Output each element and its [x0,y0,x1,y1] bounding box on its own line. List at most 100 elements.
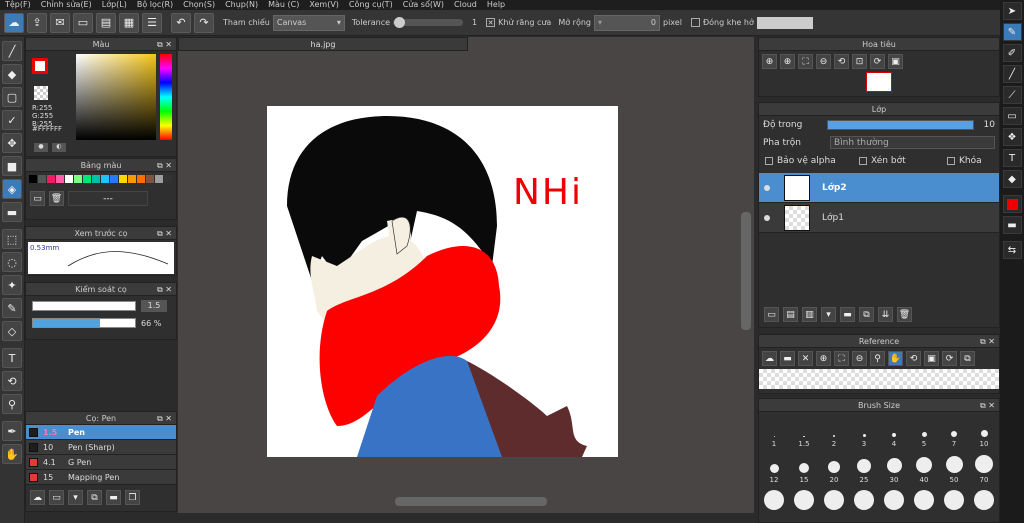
fill-rect-icon[interactable]: ■ [2,156,22,176]
brush-size-cell[interactable] [879,488,909,510]
palette-swatch[interactable] [146,175,154,183]
brush-list-item[interactable]: 1.5 Pen [26,425,176,440]
marker-icon[interactable]: ✐ [1002,44,1022,62]
palette-swatch[interactable] [56,175,64,183]
menu-view[interactable]: Xem(V) [304,0,344,10]
undo-icon[interactable]: ↶ [171,12,191,33]
select-eraser-icon[interactable]: ◇ [2,321,22,341]
open-folder-icon[interactable]: ▬ [780,351,795,366]
close-icon[interactable]: ⧉ ✕ [157,227,172,240]
copy-brush-icon[interactable]: ⧉ [87,490,102,505]
swap-arrows-icon[interactable]: ⇆ [1002,241,1022,259]
horizontal-scrollbar[interactable] [395,497,547,506]
brush-size-cell[interactable]: 12 [759,452,789,484]
brush-icon[interactable]: ╱ [2,41,22,61]
transparent-color[interactable] [34,86,48,100]
gradient-icon[interactable]: ▬ [2,202,22,222]
rotate-left-icon[interactable]: ⟲ [906,351,921,366]
close-icon[interactable]: ⧉ ✕ [157,38,172,51]
check-icon[interactable]: ✓ [2,110,22,130]
menu-filter[interactable]: Bộ lọc(R) [132,0,178,10]
gap-checkbox[interactable] [690,18,700,27]
menu-select[interactable]: Chọn(S) [178,0,220,10]
cursor-icon[interactable]: ➤ [1002,2,1022,20]
stroke-width-icon[interactable]: ▬ [1002,216,1022,234]
copy-icon[interactable]: ⧉ [960,351,975,366]
palette-swatch[interactable] [47,175,55,183]
layer-opacity-slider[interactable] [827,120,974,130]
clipping-checkbox[interactable] [859,157,867,165]
brush-size-cell[interactable]: 25 [849,452,879,484]
brush-size-cell[interactable]: 15 [789,452,819,484]
select-rect-icon[interactable]: ⬚ [2,229,22,249]
grid-icon[interactable]: ▦ [119,12,139,33]
brush-size-cell[interactable]: 2 [819,414,849,448]
palette-swatch[interactable] [101,175,109,183]
brush-size-cell[interactable]: 1 [759,414,789,448]
new-layer-icon[interactable]: ▤ [783,307,798,322]
rotate-right-icon[interactable]: ⟳ [942,351,957,366]
zoom-out-icon[interactable]: ⊖ [816,54,831,69]
zoom-in-icon[interactable]: ⊕ [816,351,831,366]
layer-menu-icon[interactable]: ▾ [821,307,836,322]
menu-icon[interactable]: --- [68,191,148,206]
palette-swatch[interactable] [38,175,46,183]
brush-size-cell[interactable]: 70 [969,452,999,484]
line-icon[interactable]: ╱ [1002,65,1022,83]
layer-row-active[interactable]: Lớp2 [759,173,999,203]
trash-icon[interactable]: 🗑 [897,307,912,322]
layer-row[interactable]: Lớp1 [759,203,999,233]
cloud-icon[interactable]: ☁ [762,351,777,366]
menu-edit[interactable]: Chỉnh sửa(E) [36,0,97,10]
palette-swatch[interactable] [164,175,172,183]
brush-list-item[interactable]: 4.1 G Pen [26,455,176,470]
brush-list-item[interactable]: 15 Mapping Pen [26,470,176,485]
brush-size-cell[interactable]: 30 [879,452,909,484]
eraser-icon[interactable]: ◆ [2,64,22,84]
magic-wand-icon[interactable]: ✦ [2,275,22,295]
close-icon[interactable]: ⧉ ✕ [157,283,172,296]
brush-size-cell[interactable] [939,488,969,510]
tolerance-slider[interactable] [393,17,464,28]
pen-icon[interactable]: ✎ [1002,23,1022,41]
list-icon[interactable]: ☰ [142,12,162,33]
text-icon[interactable]: T [2,348,22,368]
palette-swatch[interactable] [65,175,73,183]
text-icon[interactable]: T [1002,149,1022,167]
brush-size-cell[interactable]: 5 [909,414,939,448]
hand-icon[interactable]: ✋ [888,351,903,366]
brush-size-cell[interactable]: 40 [909,452,939,484]
brush-size-slider[interactable] [32,301,136,311]
brush-size-cell[interactable] [819,488,849,510]
rotate-right-icon[interactable]: ⟳ [870,54,885,69]
palette-swatch[interactable] [137,175,145,183]
menu-tools[interactable]: Công cụ(T) [344,0,398,10]
brush-size-cell[interactable] [759,488,789,510]
cloud-icon[interactable]: ☁ [4,12,24,33]
zoom-in-icon[interactable]: ⊕ [780,54,795,69]
menu-cloud[interactable]: Cloud [449,0,482,10]
palette-swatch[interactable] [83,175,91,183]
brush-size-cell[interactable] [969,488,999,510]
lasso-icon[interactable]: ◌ [2,252,22,272]
close-icon[interactable]: ⧉ ✕ [157,412,172,425]
menu-help[interactable]: Help [482,0,510,10]
brush-opacity-slider[interactable] [32,318,136,328]
menu-window[interactable]: Cửa sổ(W) [398,0,449,10]
brush-size-cell[interactable]: 20 [819,452,849,484]
brush-list-item[interactable]: 10 Pen (Sharp) [26,440,176,455]
blend-select[interactable]: Bình thường [829,136,995,149]
brush-menu-icon[interactable]: ▾ [68,490,83,505]
brush-size-cell[interactable]: 4 [879,414,909,448]
palette-swatch[interactable] [119,175,127,183]
antialias-checkbox[interactable]: ✕ [486,18,496,27]
palette-swatch[interactable] [74,175,82,183]
close-icon[interactable]: ⧉ ✕ [980,399,995,412]
brush-size-cell[interactable] [849,488,879,510]
menu-color[interactable]: Màu (C) [263,0,304,10]
cloud-brush-icon[interactable]: ☁ [30,490,45,505]
hand-icon[interactable]: ✋ [2,444,22,464]
sv-picker[interactable] [76,54,156,140]
fit-icon[interactable]: ⛶ [798,54,813,69]
speech-icon[interactable]: ✉ [50,12,70,33]
